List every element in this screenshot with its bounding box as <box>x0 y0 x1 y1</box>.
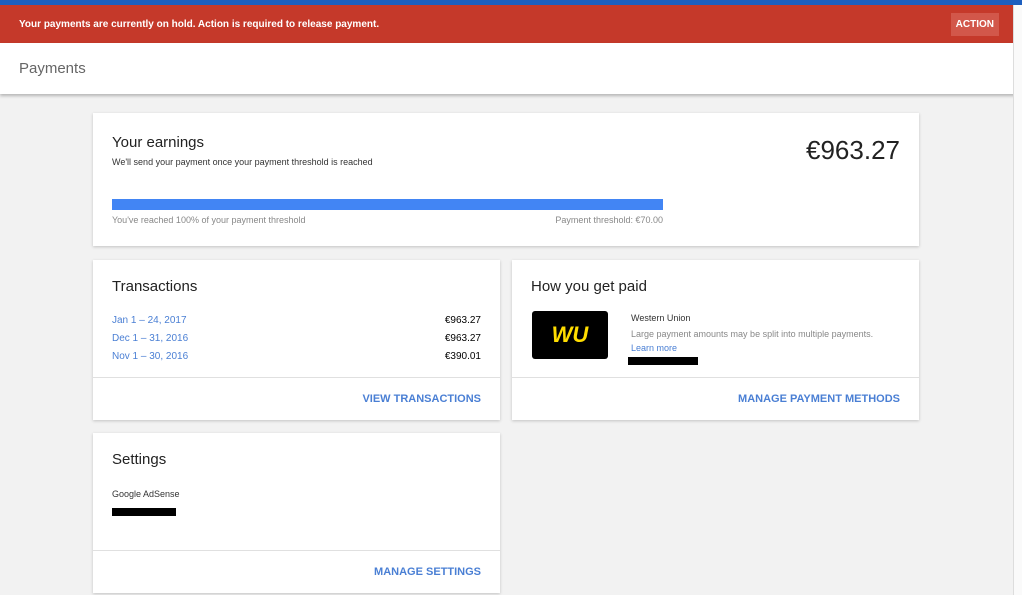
redacted-text <box>628 357 698 365</box>
transaction-amount: €963.27 <box>444 315 481 326</box>
manage-settings-button[interactable]: MANAGE SETTINGS <box>93 550 500 593</box>
manage-payment-methods-button[interactable]: MANAGE PAYMENT METHODS <box>512 377 919 420</box>
threshold-progress-bar <box>112 199 663 210</box>
payment-note: Large payment amounts may be split into … <box>631 329 874 339</box>
western-union-logo: WU <box>532 311 608 359</box>
payment-method-name: Western Union <box>631 313 691 323</box>
earnings-card: Your earnings We'll send your payment on… <box>93 113 919 246</box>
view-transactions-button[interactable]: VIEW TRANSACTIONS <box>93 377 500 420</box>
transactions-card: Transactions Jan 1 – 24, 2017 €963.27 Dec… <box>93 260 500 420</box>
page-header: Payments <box>0 43 1022 94</box>
transaction-period[interactable]: Dec 1 – 31, 2016 <box>112 333 188 344</box>
page-title: Payments <box>19 60 86 77</box>
earnings-subtitle: We'll send your payment once your paymen… <box>112 157 373 167</box>
action-button[interactable]: ACTION <box>950 12 999 36</box>
banner-message: Your payments are currently on hold. Act… <box>19 18 380 30</box>
transaction-row[interactable]: Nov 1 – 30, 2016 €390.01 <box>112 351 481 362</box>
settings-card: Settings Google AdSense MANAGE SETTINGS <box>93 433 500 593</box>
payment-method-title: How you get paid <box>531 278 647 295</box>
payment-method-card: How you get paid WU Western Union Large … <box>512 260 919 420</box>
hold-banner: Your payments are currently on hold. Act… <box>0 5 1022 43</box>
earnings-title: Your earnings <box>112 134 205 151</box>
transaction-row[interactable]: Dec 1 – 31, 2016 €963.27 <box>112 333 481 344</box>
progress-label: You've reached 100% of your payment thre… <box>112 215 306 225</box>
transaction-row[interactable]: Jan 1 – 24, 2017 €963.27 <box>112 315 481 326</box>
earnings-amount: €963.27 <box>806 135 900 165</box>
threshold-label: Payment threshold: €70.00 <box>555 215 663 225</box>
settings-title: Settings <box>112 451 167 468</box>
scrollbar[interactable] <box>1013 5 1022 595</box>
learn-more-link[interactable]: Learn more <box>631 343 677 353</box>
transaction-period[interactable]: Jan 1 – 24, 2017 <box>112 315 187 326</box>
redacted-text <box>112 508 176 516</box>
transaction-period[interactable]: Nov 1 – 30, 2016 <box>112 351 188 362</box>
transactions-title: Transactions <box>112 278 198 295</box>
settings-product: Google AdSense <box>112 489 180 499</box>
transaction-amount: €963.27 <box>444 333 481 344</box>
transaction-amount: €390.01 <box>444 351 481 362</box>
